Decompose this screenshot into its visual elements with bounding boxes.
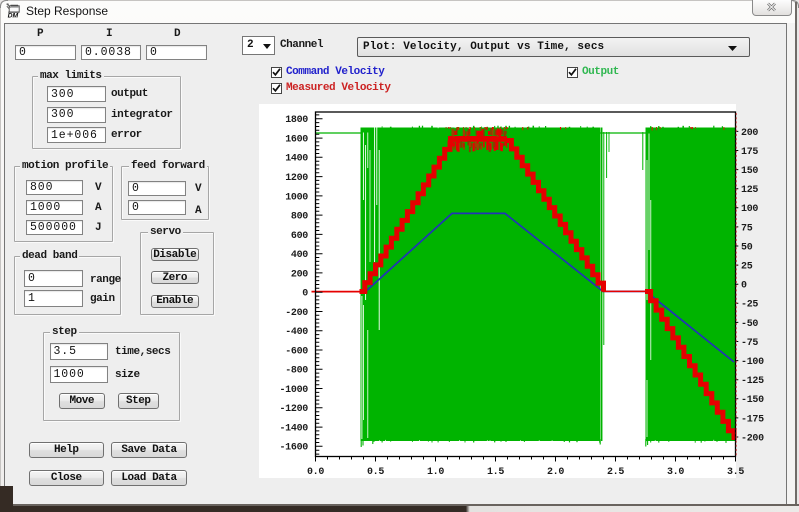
svg-text:DM: DM xyxy=(8,13,19,18)
